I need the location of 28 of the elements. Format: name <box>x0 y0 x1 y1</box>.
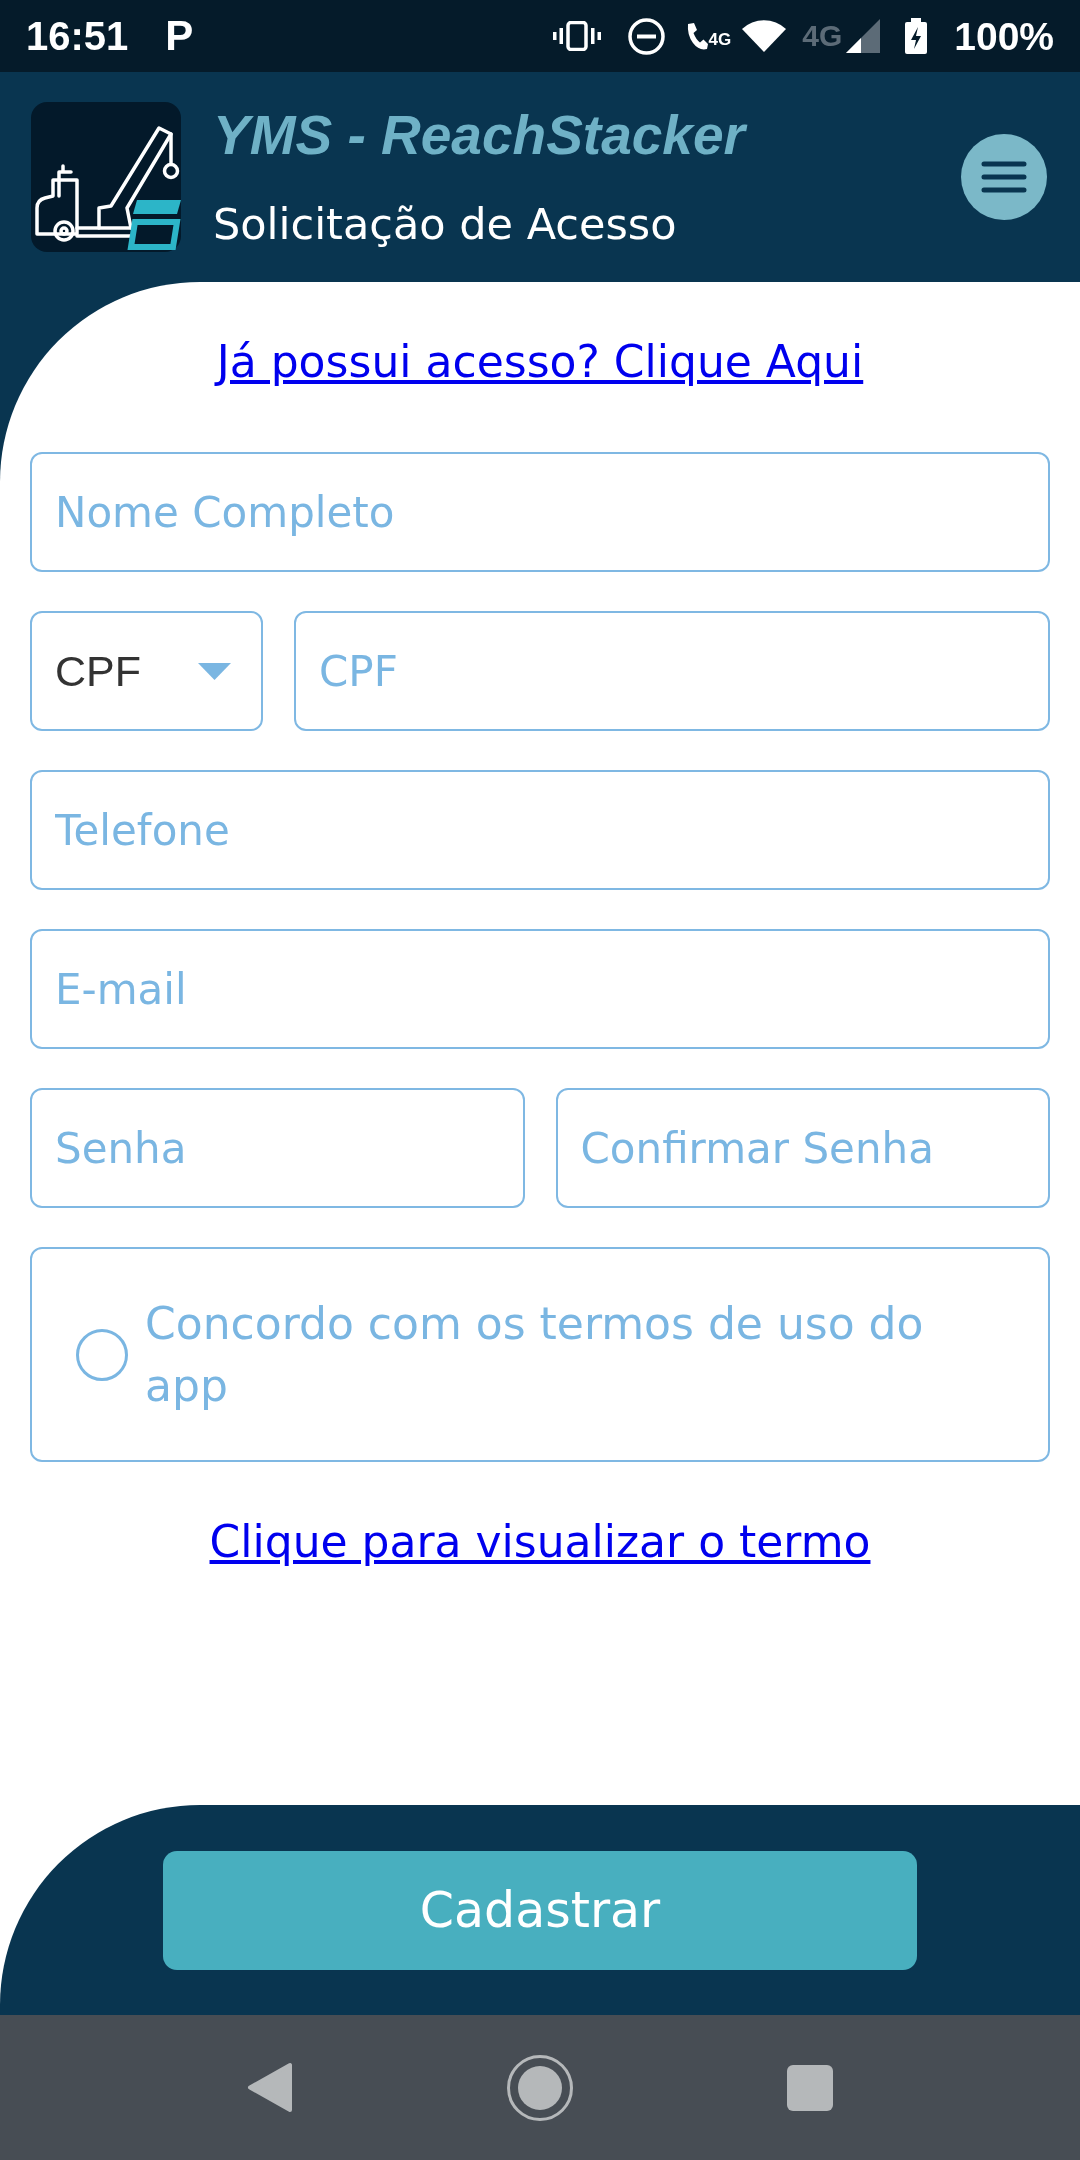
wifi-icon <box>741 19 788 53</box>
input-field[interactable]: Confirmar Senha <box>555 1088 1050 1208</box>
do-not-disturb-icon <box>627 17 665 55</box>
dropdown[interactable]: CPF <box>30 611 263 731</box>
clock: 16:51 <box>26 16 129 56</box>
input-field[interactable]: CPF <box>294 611 1050 731</box>
network-type-label: 4G <box>802 21 843 51</box>
battery-percentage: 100% <box>954 16 1054 56</box>
input-field[interactable]: Telefone <box>30 770 1050 890</box>
input-field[interactable]: Senha <box>30 1088 525 1208</box>
terms-link[interactable]: Clique para visualizar o termo <box>209 1515 871 1568</box>
input-field[interactable]: Nome Completo <box>30 452 1050 572</box>
caret-icon <box>198 662 231 680</box>
crane-truck-logo-icon <box>31 102 181 252</box>
home-icon[interactable] <box>507 2054 573 2121</box>
network-type-label: 4G <box>708 30 732 48</box>
input-field[interactable]: E-mail <box>30 929 1050 1049</box>
page-title: Solicitação de Acesso <box>213 203 678 246</box>
login-link[interactable]: Já possui acesso? Clique Aqui <box>216 335 864 388</box>
signal-icon <box>846 19 881 53</box>
vibrate-icon <box>551 21 602 51</box>
terms-label: Concordo com os termos de uso do app <box>145 1296 925 1413</box>
radio-button[interactable] <box>76 1328 128 1381</box>
battery-icon <box>904 18 929 54</box>
menu-icon[interactable] <box>961 134 1047 220</box>
back-icon[interactable] <box>247 2062 293 2113</box>
notification-icon: P <box>165 15 194 57</box>
recents-icon[interactable] <box>787 2064 833 2111</box>
